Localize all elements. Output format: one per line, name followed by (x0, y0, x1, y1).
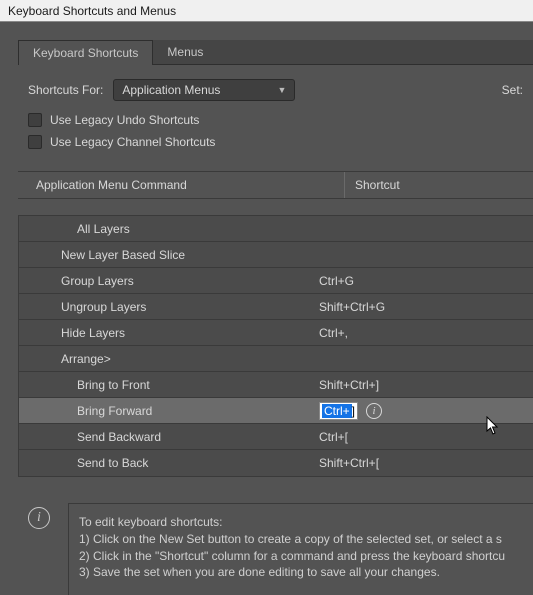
command-label: Send to Back (19, 456, 319, 470)
legacy-undo-checkbox[interactable] (28, 113, 42, 127)
table-row[interactable]: Group LayersCtrl+G (19, 268, 533, 294)
tab-menus[interactable]: Menus (153, 40, 217, 64)
shortcut-cell[interactable]: Ctrl+[ (319, 430, 533, 444)
shortcut-cell[interactable]: Shift+Ctrl+] (319, 378, 533, 392)
shortcut-table: Application Menu Command Shortcut All La… (18, 171, 533, 477)
table-row[interactable]: Arrange> (19, 346, 533, 372)
controls-row: Shortcuts For: Application Menus ▼ Set: (18, 65, 533, 109)
legacy-channel-label: Use Legacy Channel Shortcuts (50, 135, 215, 149)
command-label: Ungroup Layers (19, 300, 319, 314)
shortcut-cell[interactable]: Ctrl+, (319, 326, 533, 340)
table-row[interactable]: Hide LayersCtrl+, (19, 320, 533, 346)
shortcut-cell[interactable]: Shift+Ctrl+[ (319, 456, 533, 470)
info-icon: i (28, 507, 50, 529)
legacy-channel-checkbox[interactable] (28, 135, 42, 149)
info-icon[interactable]: i (366, 403, 382, 419)
shortcuts-for-dropdown[interactable]: Application Menus ▼ (113, 79, 295, 101)
table-header: Application Menu Command Shortcut (18, 171, 533, 199)
help-box: i To edit keyboard shortcuts: 1) Click o… (28, 503, 533, 595)
command-label: New Layer Based Slice (19, 248, 319, 262)
table-row[interactable]: Send to BackShift+Ctrl+[ (19, 450, 533, 476)
table-row[interactable]: Ungroup LayersShift+Ctrl+G (19, 294, 533, 320)
table-row[interactable]: Send BackwardCtrl+[ (19, 424, 533, 450)
help-line-3: 3) Save the set when you are done editin… (79, 564, 533, 581)
header-shortcut[interactable]: Shortcut (344, 172, 533, 198)
help-text: To edit keyboard shortcuts: 1) Click on … (68, 503, 533, 595)
header-command[interactable]: Application Menu Command (18, 172, 344, 198)
table-row[interactable]: All Layers (19, 216, 533, 242)
chevron-down-icon: ▼ (277, 85, 286, 95)
set-label: Set: (502, 83, 533, 97)
command-label: All Layers (19, 222, 319, 236)
window-title-bar: Keyboard Shortcuts and Menus (0, 0, 533, 22)
command-label: Send Backward (19, 430, 319, 444)
legacy-channel-row: Use Legacy Channel Shortcuts (18, 131, 533, 153)
help-line-2: 2) Click in the "Shortcut" column for a … (79, 548, 533, 565)
shortcuts-for-label: Shortcuts For: (28, 83, 103, 97)
table-row[interactable]: New Layer Based Slice (19, 242, 533, 268)
table-row[interactable]: Bring ForwardCtrl+] i (19, 398, 533, 424)
command-label: Hide Layers (19, 326, 319, 340)
dialog-body: Keyboard Shortcuts Menus Shortcuts For: … (0, 22, 533, 595)
help-line-0: To edit keyboard shortcuts: (79, 514, 533, 531)
tab-keyboard-shortcuts[interactable]: Keyboard Shortcuts (18, 40, 153, 65)
window-title: Keyboard Shortcuts and Menus (8, 4, 176, 18)
shortcut-cell[interactable]: Ctrl+] i (319, 402, 533, 420)
table-body: All Layers New Layer Based Slice Group Lay… (18, 215, 533, 477)
command-label: Arrange> (19, 352, 319, 366)
shortcut-cell[interactable]: Ctrl+G (319, 274, 533, 288)
table-row[interactable]: Bring to FrontShift+Ctrl+] (19, 372, 533, 398)
help-line-1: 1) Click on the New Set button to create… (79, 531, 533, 548)
command-label: Bring Forward (19, 404, 319, 418)
command-label: Group Layers (19, 274, 319, 288)
legacy-undo-label: Use Legacy Undo Shortcuts (50, 113, 199, 127)
command-label: Bring to Front (19, 378, 319, 392)
shortcuts-for-value: Application Menus (122, 83, 220, 97)
shortcut-edit-field[interactable]: Ctrl+] (319, 402, 358, 420)
shortcut-cell[interactable]: Shift+Ctrl+G (319, 300, 533, 314)
legacy-undo-row: Use Legacy Undo Shortcuts (18, 109, 533, 131)
tab-strip: Keyboard Shortcuts Menus (18, 40, 533, 65)
